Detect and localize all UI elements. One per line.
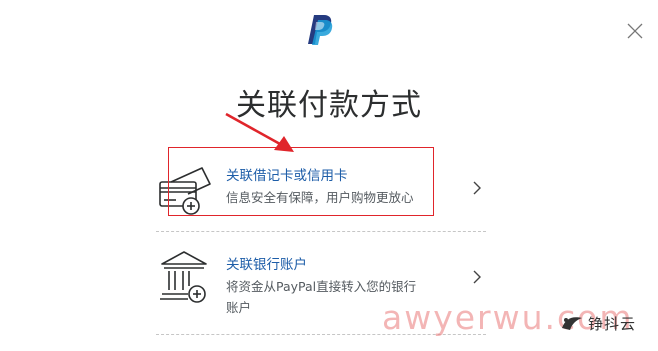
link-bank-label[interactable]: 关联银行账户 — [226, 253, 307, 273]
brand-badge: 铮抖云 — [560, 312, 654, 334]
divider — [156, 231, 486, 232]
chevron-right-icon[interactable] — [472, 180, 482, 196]
annotation-highlight-box — [168, 147, 434, 216]
brand-text: 铮抖云 — [588, 315, 637, 333]
bank-add-icon — [160, 251, 207, 303]
annotation-arrow-icon — [225, 112, 294, 152]
chevron-right-icon[interactable] — [472, 269, 482, 285]
close-icon[interactable] — [626, 22, 644, 40]
brand-logo-icon — [562, 317, 582, 330]
paypal-logo-icon — [308, 15, 333, 45]
dialog-title: 关联付款方式 — [236, 88, 422, 123]
